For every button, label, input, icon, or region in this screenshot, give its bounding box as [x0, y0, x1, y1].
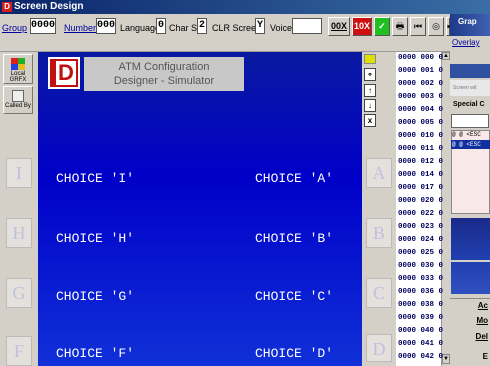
screen-list-item[interactable]: 0000 038 0 — [398, 301, 443, 309]
group-label[interactable]: Group — [2, 23, 27, 33]
left-column: Local GRFX Called By I H G F — [0, 52, 36, 366]
title-bar: D Screen Design — [0, 0, 490, 14]
print-button[interactable]: 🖶 — [392, 17, 408, 36]
choice-d: CHOICE 'D' — [255, 346, 334, 361]
screen-list-item[interactable]: 0000 023 0 — [398, 223, 443, 231]
fdk-h-button[interactable]: H — [6, 218, 32, 248]
language-label: Language — [120, 23, 161, 33]
screen-list-item[interactable]: 0000 040 0 — [398, 327, 443, 335]
header-line-1: ATM Configuration — [118, 61, 210, 73]
screen-list-item[interactable]: 0000 024 0 — [398, 236, 443, 244]
voice-label: Voice — [270, 23, 293, 33]
choice-i: CHOICE 'I' — [56, 171, 135, 186]
fdk-g-button[interactable]: G — [6, 278, 32, 308]
document-icon — [12, 90, 24, 102]
check-button[interactable]: ✓ — [374, 17, 390, 36]
screen-list-item[interactable]: 0000 022 0 — [398, 210, 443, 218]
screen-list-item[interactable]: 0000 041 0 — [398, 340, 443, 348]
preview-swatch-2 — [451, 262, 490, 294]
app-icon: D — [2, 2, 12, 12]
language-field[interactable]: 0 — [156, 18, 166, 34]
target-button[interactable]: ◎ — [428, 17, 444, 36]
panel-blue-band — [450, 64, 490, 78]
fdk-a-button[interactable]: A — [366, 158, 392, 188]
scroll-down-icon[interactable]: ▼ — [442, 354, 450, 364]
header-line-2: Designer - Simulator — [113, 75, 215, 87]
screen-list-item[interactable]: 0000 042 0 — [398, 353, 443, 361]
overlay-link[interactable]: Overlay — [452, 38, 480, 47]
screen-list-item[interactable]: 0000 033 0 — [398, 275, 443, 283]
screen-list-item[interactable]: 0000 030 0 — [398, 262, 443, 270]
local-grfx-label: Local GRFX — [9, 71, 27, 83]
screen-list-item[interactable]: 0000 011 0 — [398, 145, 443, 153]
choice-h: CHOICE 'H' — [56, 231, 135, 246]
called-by-label: Called By — [5, 103, 31, 109]
ten-x-button[interactable]: 10X — [352, 17, 372, 36]
add-button[interactable]: Ac — [450, 298, 490, 312]
delete-button[interactable]: x — [364, 114, 376, 127]
screen-list-item[interactable]: 0000 004 0 — [398, 106, 443, 114]
escape-item[interactable]: @ @ <ESC — [452, 131, 481, 138]
escape-item-selected[interactable]: @ @ <ESC — [452, 141, 481, 148]
circle-tool-button[interactable]: ⚬ — [364, 68, 376, 81]
palette-icon[interactable] — [364, 54, 376, 64]
clr-screen-field[interactable]: Y — [255, 18, 265, 34]
number-field[interactable]: 000 — [96, 18, 116, 34]
logo: D — [48, 57, 80, 89]
move-down-button[interactable]: ↓ — [364, 99, 376, 112]
delete-entry-button[interactable]: Del — [450, 330, 490, 344]
choice-b: CHOICE 'B' — [255, 231, 334, 246]
move-up-button[interactable]: ↑ — [364, 84, 376, 97]
window-title: Screen Design — [14, 1, 84, 12]
special-chars-field[interactable] — [451, 114, 489, 128]
fdk-d-button[interactable]: D — [366, 334, 392, 362]
choice-a: CHOICE 'A' — [255, 171, 334, 186]
local-grfx-button[interactable]: Local GRFX — [3, 54, 33, 84]
zero-dx-button[interactable]: 00X — [328, 17, 350, 36]
fdk-i-button[interactable]: I — [6, 158, 32, 188]
fdk-f-button[interactable]: F — [6, 336, 32, 366]
graphics-panel-header: Grap — [450, 14, 490, 36]
screen-list-item[interactable]: 0000 014 0 — [398, 171, 443, 179]
exit-button[interactable]: E — [450, 350, 490, 364]
charset-field[interactable]: 2 — [197, 18, 207, 34]
screen-list-item[interactable]: 0000 025 0 — [398, 249, 443, 257]
number-label[interactable]: Number — [64, 23, 96, 33]
screen-header: ATM Configuration Designer - Simulator — [84, 57, 244, 91]
special-chars-label: Special C — [453, 101, 485, 108]
scroll-up-icon[interactable]: ▲ — [442, 52, 450, 60]
screen-with-label: Screen wit — [450, 80, 490, 96]
screen-list-item[interactable]: 0000 003 0 — [398, 93, 443, 101]
screen-list-item[interactable]: 0000 001 0 — [398, 67, 443, 75]
clr-screen-label: CLR Screen — [212, 23, 262, 33]
screen-list-item[interactable]: 0000 002 0 — [398, 80, 443, 88]
fdk-c-button[interactable]: C — [366, 278, 392, 308]
toolbar: Group 0000 Number 000 Language 0 Char Se… — [0, 14, 455, 52]
modify-button[interactable]: Mo — [450, 314, 490, 328]
screen-list-item[interactable]: 0000 000 0 — [398, 54, 443, 62]
screen-list-item[interactable]: 0000 036 0 — [398, 288, 443, 296]
vertical-tools: ⚬ ↑ ↓ x — [363, 52, 377, 132]
group-field[interactable]: 0000 — [30, 18, 56, 34]
screen-list-item[interactable]: 0000 039 0 — [398, 314, 443, 322]
screen-list-item[interactable]: 0000 012 0 — [398, 158, 443, 166]
choice-c: CHOICE 'C' — [255, 289, 334, 304]
screen-list-item[interactable]: 0000 010 0 — [398, 132, 443, 140]
screen-list-item[interactable]: 0000 017 0 — [398, 184, 443, 192]
screen-list-item[interactable]: 0000 020 0 — [398, 197, 443, 205]
screen-list-item[interactable]: 0000 005 0 — [398, 119, 443, 127]
called-by-button[interactable]: Called By — [3, 86, 33, 114]
preview-swatch-1 — [451, 218, 490, 260]
choice-f: CHOICE 'F' — [56, 346, 135, 361]
first-record-button[interactable]: ⏮ — [410, 17, 426, 36]
voice-field[interactable] — [292, 18, 322, 34]
atm-screen[interactable] — [38, 52, 362, 366]
logo-letter: D — [56, 61, 76, 85]
grfx-icon — [11, 58, 25, 70]
fdk-b-button[interactable]: B — [366, 218, 392, 248]
choice-g: CHOICE 'G' — [56, 289, 135, 304]
